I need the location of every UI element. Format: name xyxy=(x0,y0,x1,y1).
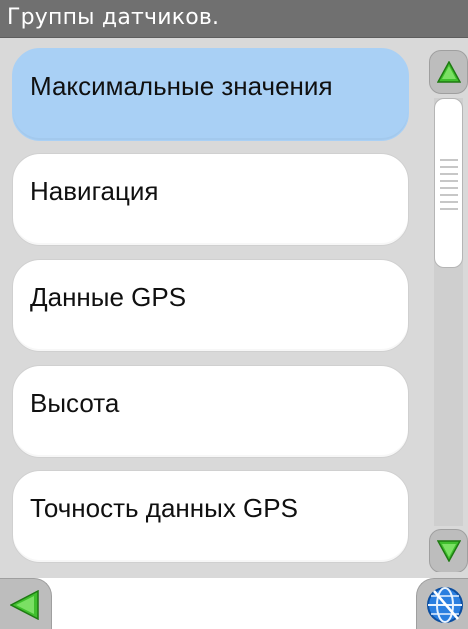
triangle-down-icon xyxy=(437,540,461,562)
list-item-label: Данные GPS xyxy=(30,282,187,312)
list-item-gps-data[interactable]: Данные GPS xyxy=(12,259,409,352)
list-item-label: Высота xyxy=(30,388,120,418)
page-title: Группы датчиков. xyxy=(7,5,220,30)
list-item-max-values[interactable]: Максимальные значения xyxy=(12,48,409,141)
list-item-label: Точность данных GPS xyxy=(30,493,298,523)
list-item-altitude[interactable]: Высота xyxy=(12,365,409,458)
scrollbar[interactable] xyxy=(429,50,468,573)
list-item-label: Максимальные значения xyxy=(30,71,333,101)
back-button[interactable] xyxy=(0,578,52,629)
globe-icon xyxy=(427,587,463,623)
toolbar-divider xyxy=(0,572,468,578)
list-item-label: Навигация xyxy=(30,176,159,206)
list-item-navigation[interactable]: Навигация xyxy=(12,153,409,246)
bottom-toolbar xyxy=(0,572,468,629)
sensor-group-list: Максимальные значения Навигация Данные G… xyxy=(0,38,430,572)
globe-button[interactable] xyxy=(416,578,468,629)
list-item-gps-accuracy[interactable]: Точность данных GPS xyxy=(12,470,409,563)
scroll-up-button[interactable] xyxy=(429,50,468,94)
triangle-up-icon xyxy=(437,61,461,83)
title-bar: Группы датчиков. xyxy=(0,0,468,38)
scroll-track[interactable] xyxy=(434,98,463,526)
scroll-down-button[interactable] xyxy=(429,529,468,573)
scroll-thumb[interactable] xyxy=(434,98,463,268)
triangle-left-icon xyxy=(10,590,39,620)
